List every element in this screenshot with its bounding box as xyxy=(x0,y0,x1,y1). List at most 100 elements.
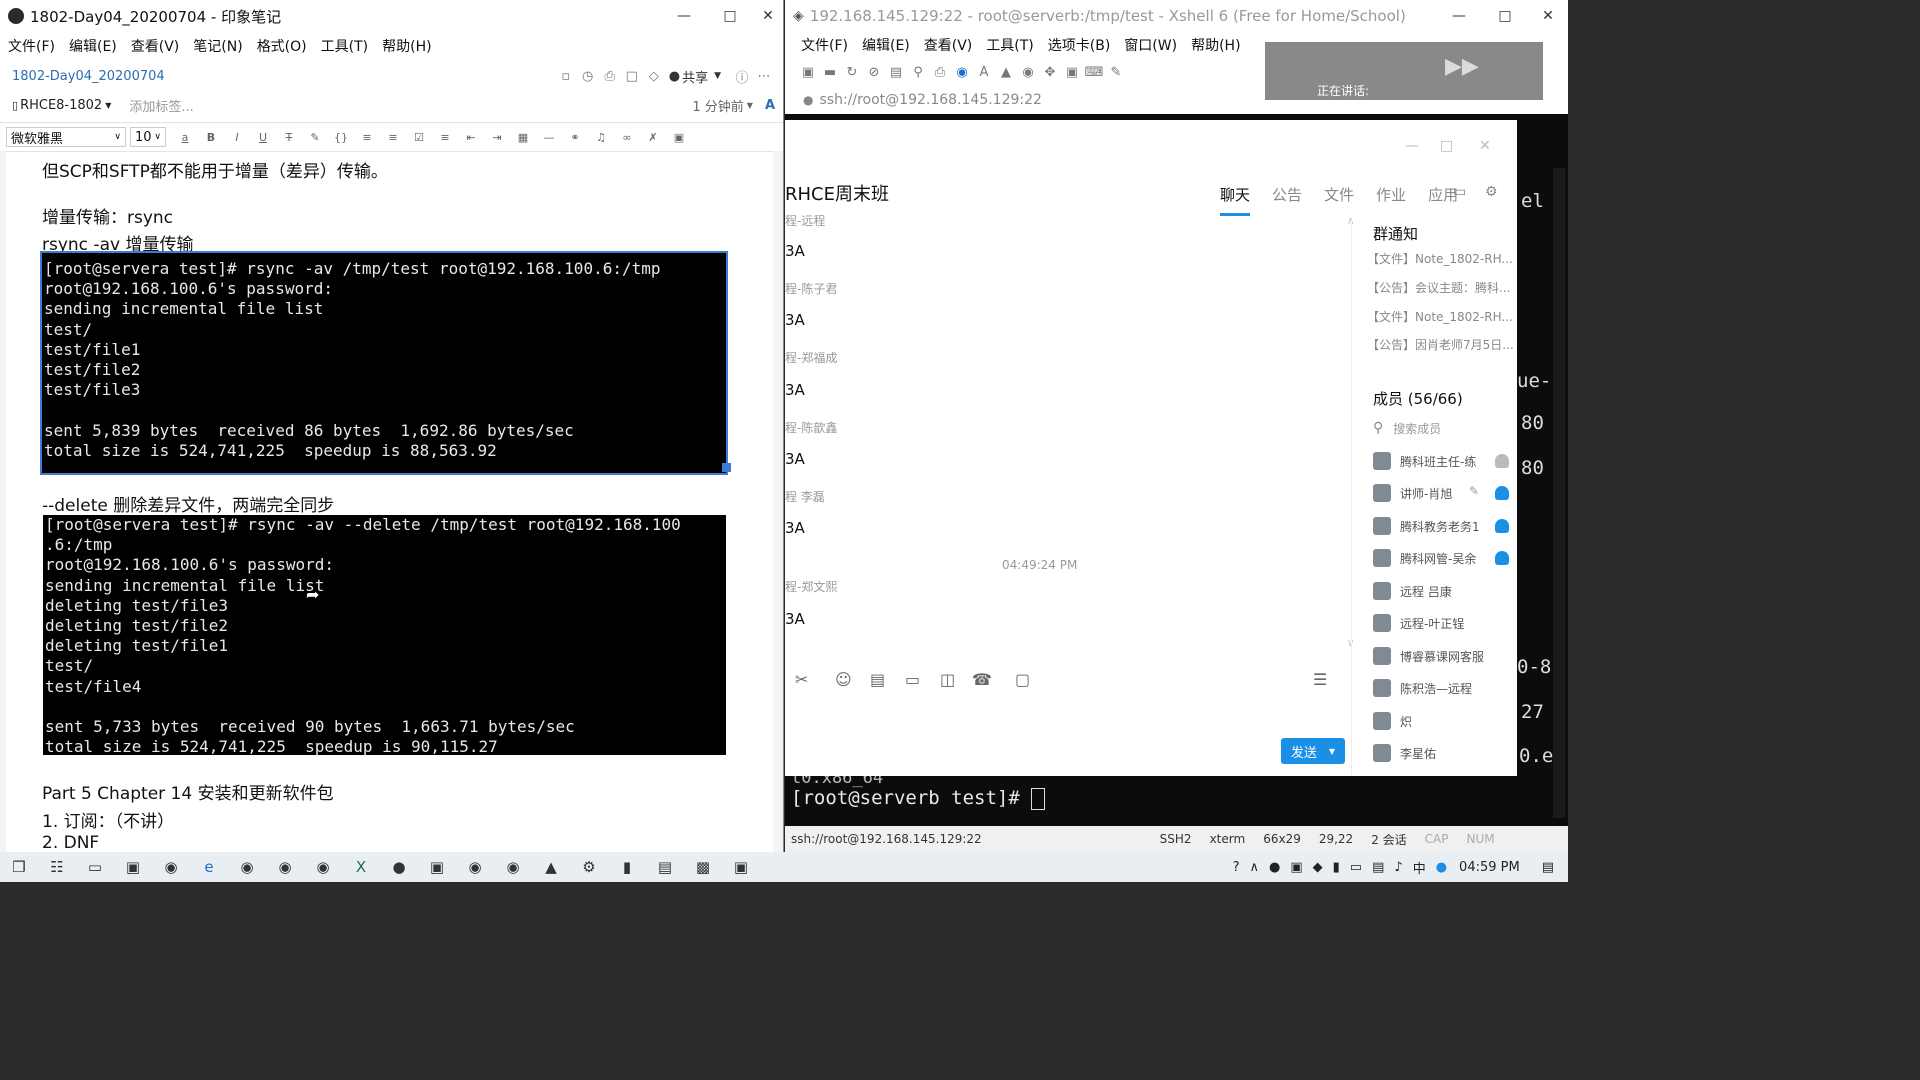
lock-icon[interactable]: ▣ xyxy=(666,131,692,144)
evernote-taskbar-icon[interactable]: ● xyxy=(380,852,418,882)
microphone-icon[interactable]: ▮ xyxy=(1333,860,1340,875)
close-button[interactable]: ✕ xyxy=(1528,0,1568,32)
disconnect-icon[interactable]: ⊘ xyxy=(863,61,885,83)
close-button[interactable]: ✕ xyxy=(753,0,783,32)
app-icon[interactable]: ◉ xyxy=(228,852,266,882)
terminal-screenshot-1[interactable]: [root@servera test]# rsync -av /tmp/test… xyxy=(40,251,728,475)
outdent-icon[interactable]: ⇤ xyxy=(458,131,484,144)
underline-icon[interactable]: U xyxy=(250,131,276,144)
menu-window[interactable]: 窗口(W) xyxy=(1124,35,1177,55)
checkbox-icon[interactable]: ☑ xyxy=(406,131,432,144)
chevron-up-icon[interactable]: ∧ xyxy=(1249,860,1259,875)
lock-icon[interactable]: ▣ xyxy=(1061,61,1083,83)
app-icon[interactable]: ◉ xyxy=(304,852,342,882)
notification-icon[interactable]: ▤ xyxy=(1542,860,1554,875)
print-icon[interactable]: ⎙ xyxy=(929,61,951,83)
presentation-icon[interactable]: ▫ xyxy=(555,65,577,87)
bullet-list-icon[interactable]: ≡ xyxy=(354,131,380,144)
xftp-icon[interactable]: ▲ xyxy=(995,61,1017,83)
keyboard-icon[interactable]: ⌨ xyxy=(1083,61,1105,83)
italic-icon[interactable]: I xyxy=(224,131,250,144)
app-icon[interactable]: ▲ xyxy=(532,852,570,882)
maximize-button[interactable]: □ xyxy=(707,0,753,32)
maximize-icon[interactable]: □ xyxy=(1440,138,1453,154)
pen-icon[interactable]: ✎ xyxy=(1105,61,1127,83)
terminal-prompt[interactable]: [root@serverb test]# xyxy=(791,787,1046,810)
menu-tools[interactable]: 工具(T) xyxy=(986,35,1033,55)
horizontal-rule-icon[interactable]: — xyxy=(536,131,562,144)
app-icon[interactable]: ▣ xyxy=(418,852,456,882)
reconnect-icon[interactable]: ↻ xyxy=(841,61,863,83)
screenshot-icon[interactable]: ✂ xyxy=(795,670,808,689)
history-icon[interactable]: ☰ xyxy=(1313,670,1327,689)
highlight-icon[interactable]: ✎ xyxy=(302,131,328,144)
note-title[interactable]: 1802-Day04_20200704 xyxy=(12,69,165,84)
new-session-icon[interactable]: ▣ xyxy=(797,61,819,83)
member-search[interactable]: ⚲ 搜索成员 xyxy=(1373,417,1441,439)
task-view-icon[interactable]: ☷ xyxy=(38,852,76,882)
member-item[interactable]: 腾科网管-吴余 xyxy=(1373,547,1476,569)
strikethrough-icon[interactable]: T xyxy=(276,131,302,144)
address-text[interactable]: ssh://root@192.168.145.129:22 xyxy=(819,92,1041,108)
app-icon[interactable]: ▣ xyxy=(722,852,760,882)
add-tag-input[interactable]: 添加标签... xyxy=(129,96,193,115)
screen-share-icon[interactable]: ▭ xyxy=(1453,184,1466,200)
excel-icon[interactable]: X xyxy=(342,852,380,882)
member-item[interactable]: 博睿慕课网客服 xyxy=(1373,645,1484,667)
notice-item[interactable]: 【文件】Note_1802-RH... xyxy=(1367,250,1513,267)
app-icon[interactable]: ◉ xyxy=(456,852,494,882)
minimize-button[interactable]: — xyxy=(1436,0,1482,32)
member-item[interactable]: 远程-叶正锃 xyxy=(1373,612,1464,634)
terminal-scrollbar[interactable] xyxy=(1553,168,1565,818)
indent-icon[interactable]: ⇥ xyxy=(484,131,510,144)
bluetooth-icon[interactable]: ◆ xyxy=(1313,860,1323,875)
globe-icon[interactable]: ◉ xyxy=(951,61,973,83)
app-icon[interactable]: ▣ xyxy=(114,852,152,882)
chat-area[interactable]: 程-远程 3A 程-陈子君 3A 程-郑福成 3A 程-陈歆鑫 3A 程 李磊 … xyxy=(785,210,1355,650)
tab-homework[interactable]: 作业 xyxy=(1376,184,1406,216)
browser-icon[interactable]: ◉ xyxy=(152,852,190,882)
file-icon[interactable]: ◫ xyxy=(940,670,955,689)
font-icon[interactable]: A xyxy=(973,61,995,83)
search-icon[interactable]: ⚲ xyxy=(907,61,929,83)
edge-icon[interactable]: e xyxy=(190,852,228,882)
network-icon[interactable]: ▤ xyxy=(1372,860,1384,875)
font-size-select[interactable]: 10 ∨ xyxy=(130,127,166,147)
menu-help[interactable]: 帮助(H) xyxy=(382,36,431,56)
help-icon[interactable]: ? xyxy=(1233,860,1240,875)
member-item[interactable]: 远程 吕康 xyxy=(1373,580,1452,602)
note-body[interactable]: 但SCP和SFTP都不能用于增量（差异）传输。 增量传输：rsync rsync… xyxy=(0,151,783,852)
emoji-icon[interactable]: ☺ xyxy=(835,670,852,689)
tray-app-icon[interactable]: ▣ xyxy=(1290,860,1302,875)
attach-icon[interactable]: ⚭ xyxy=(562,131,588,144)
homework-icon[interactable]: ▢ xyxy=(1015,670,1030,689)
align-icon[interactable]: ≡ xyxy=(432,131,458,144)
notice-item[interactable]: 【公告】因肖老师7月5日... xyxy=(1367,336,1514,353)
windows-start-icon[interactable]: ❒ xyxy=(0,852,38,882)
menu-file[interactable]: 文件(F) xyxy=(801,35,848,55)
app-icon[interactable]: ▮ xyxy=(608,852,646,882)
minimize-icon[interactable]: — xyxy=(1405,138,1419,154)
ime-icon[interactable]: 中 xyxy=(1413,858,1426,877)
link-icon[interactable]: ∞ xyxy=(614,131,640,144)
table-icon[interactable]: ▦ xyxy=(510,131,536,144)
record-icon[interactable]: ♫ xyxy=(588,131,614,144)
member-item[interactable]: 炽 xyxy=(1373,710,1412,732)
qq-tray-icon[interactable]: ● xyxy=(1436,860,1447,875)
settings-icon[interactable]: ⚙ xyxy=(570,852,608,882)
maximize-button[interactable]: □ xyxy=(1482,0,1528,32)
app-icon[interactable]: ◉ xyxy=(494,852,532,882)
menu-file[interactable]: 文件(F) xyxy=(8,36,55,56)
font-style-icon[interactable]: A xyxy=(765,98,775,113)
terminal-icon[interactable]: ▩ xyxy=(684,852,722,882)
modified-time[interactable]: 1 分钟前 xyxy=(692,96,743,115)
properties-icon[interactable]: ▤ xyxy=(885,61,907,83)
image-icon[interactable]: ▤ xyxy=(870,670,885,689)
numbered-list-icon[interactable]: ≡ xyxy=(380,131,406,144)
open-folder-icon[interactable]: ▬ xyxy=(819,61,841,83)
font-family-select[interactable]: 微软雅黑 ∨ xyxy=(6,127,126,147)
app-icon[interactable]: ▤ xyxy=(646,852,684,882)
menu-tabs[interactable]: 选项卡(B) xyxy=(1048,35,1111,55)
send-button[interactable]: 发送 ▼ xyxy=(1281,738,1345,764)
bold-icon[interactable]: B xyxy=(198,131,224,144)
